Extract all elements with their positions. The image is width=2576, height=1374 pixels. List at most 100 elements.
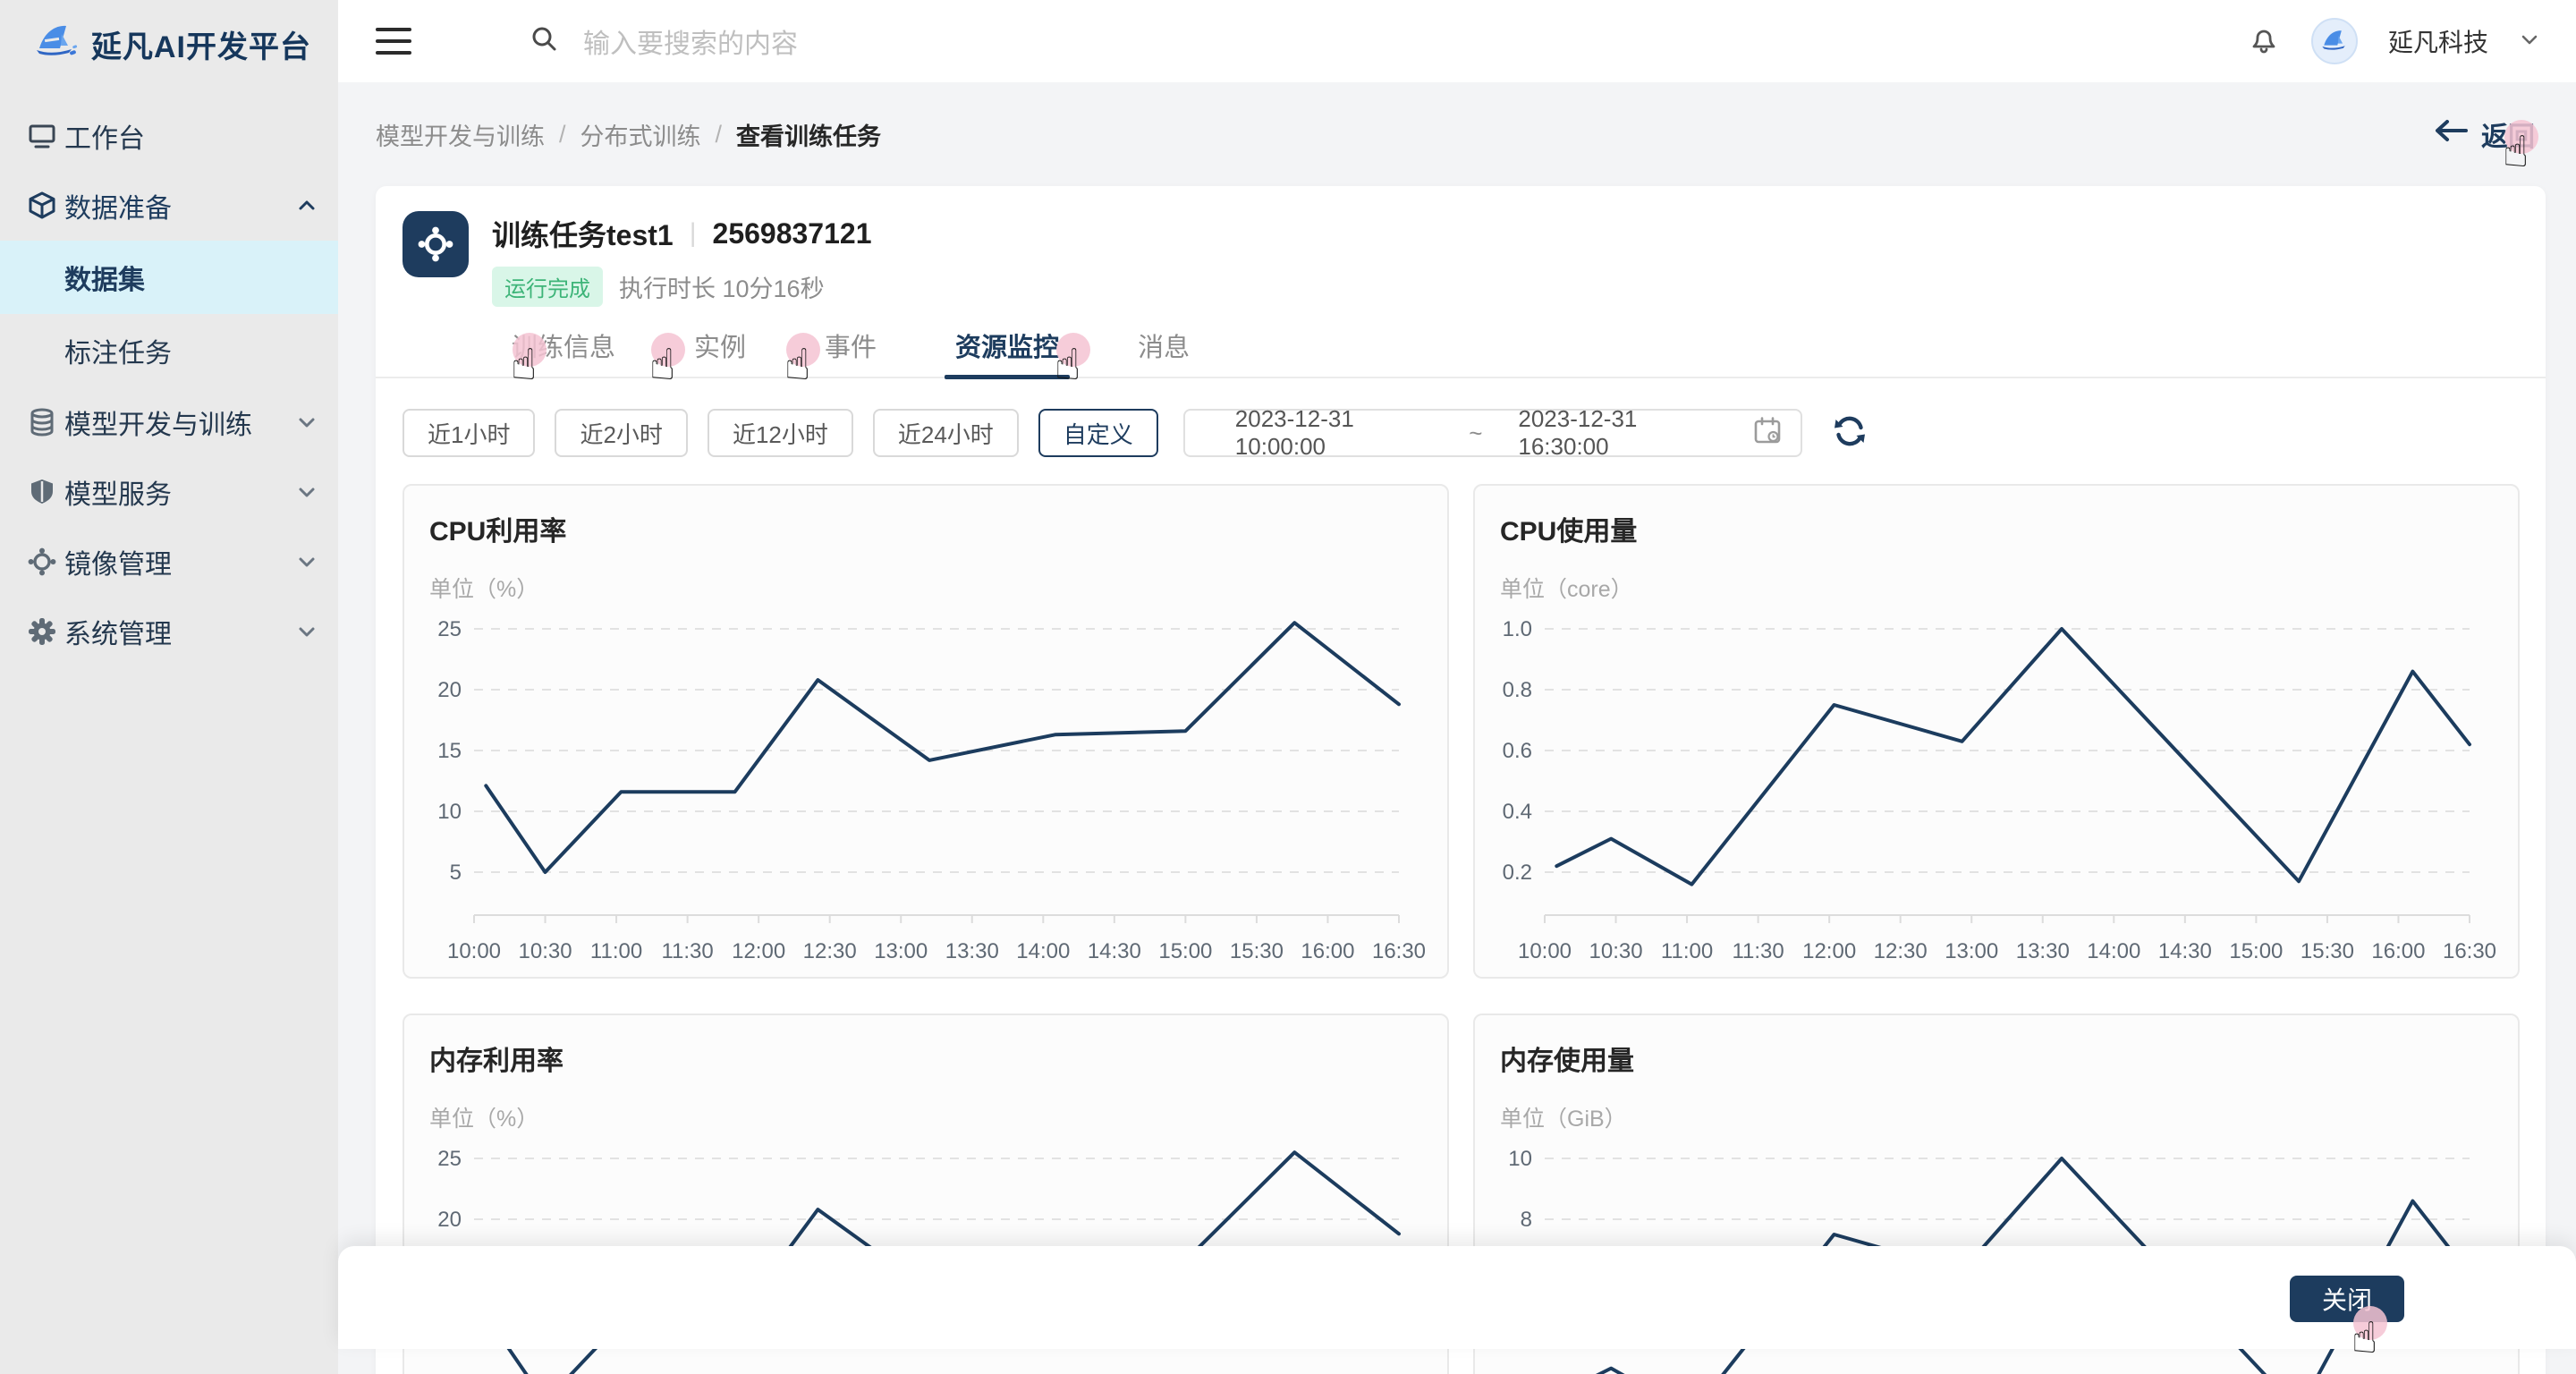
sidebar-item-system-mgmt[interactable]: 系统管理 [0,597,338,666]
range-2h-button[interactable]: 近2小时 [555,409,687,457]
svg-text:5: 5 [450,861,462,885]
chart-canvas: 1.00.80.60.40.210:0010:3011:0011:3012:00… [1500,613,2496,971]
svg-text:12:30: 12:30 [1874,939,1928,963]
svg-text:15:00: 15:00 [2229,939,2283,963]
svg-text:12:00: 12:00 [732,939,785,963]
svg-text:11:00: 11:00 [1661,939,1713,963]
svg-text:16:30: 16:30 [1372,939,1426,963]
svg-text:15: 15 [437,739,462,763]
svg-text:15:00: 15:00 [1158,939,1212,963]
back-label: 返回 [2481,114,2535,154]
svg-text:12:30: 12:30 [803,939,857,963]
tab-training-info[interactable]: 训练信息 [512,327,615,377]
svg-text:11:30: 11:30 [1732,939,1784,963]
chart-title: 内存使用量 [1500,1039,2493,1078]
menu-toggle-icon[interactable] [376,28,411,55]
sidebar-nav: 工作台 数据准备 数据集 标注任务 模型开 [0,101,338,666]
svg-text:16:30: 16:30 [2443,939,2496,963]
sidebar-item-dataset[interactable]: 数据集 [0,241,338,314]
range-custom-button[interactable]: 自定义 [1038,409,1158,457]
svg-text:13:00: 13:00 [874,939,928,963]
svg-text:12:00: 12:00 [1802,939,1856,963]
sidebar-item-annotation-task[interactable]: 标注任务 [0,314,338,387]
task-name: 训练任务test1 [492,213,674,254]
refresh-icon[interactable] [1831,412,1868,454]
sidebar-item-model-dev[interactable]: 模型开发与训练 [0,387,338,457]
sidebar-item-label: 模型开发与训练 [64,403,252,442]
chevron-down-icon [295,620,318,643]
sidebar-item-data-prep[interactable]: 数据准备 [0,171,338,241]
svg-text:14:30: 14:30 [1088,939,1141,963]
task-duration: 执行时长 10分16秒 [619,269,825,304]
svg-text:10: 10 [1508,1147,1532,1171]
sidebar-item-label: 工作台 [64,116,145,156]
svg-text:16:00: 16:00 [1301,939,1354,963]
compass-icon [27,547,57,577]
sidebar: 延凡AI开发平台 工作台 数据准备 数据集 [0,0,338,1374]
svg-text:13:30: 13:30 [2016,939,2070,963]
tab-resource-monitor[interactable]: 资源监控 [955,327,1059,377]
sidebar-item-model-service[interactable]: 模型服务 [0,457,338,527]
search-icon [528,23,560,60]
global-search[interactable]: 输入要搜索的内容 [528,21,2247,61]
notification-bell-icon[interactable] [2247,22,2281,61]
svg-text:0.8: 0.8 [1503,678,1532,702]
breadcrumb-bar: 模型开发与训练 / 分布式训练 / 查看训练任务 返回 [338,82,2576,186]
arrow-left-icon [2433,117,2469,151]
main-area: 输入要搜索的内容 延凡科技 模型开发与训练 / 分布式训练 / [338,0,2576,1374]
svg-text:10:30: 10:30 [1589,939,1643,963]
svg-text:10:00: 10:00 [447,939,501,963]
back-button[interactable]: 返回 [2433,114,2535,154]
chart-line-series [1556,629,2470,885]
sidebar-item-label: 标注任务 [64,331,172,370]
sidebar-item-label: 数据集 [64,258,145,297]
sidebar-item-image-mgmt[interactable]: 镜像管理 [0,527,338,597]
search-input[interactable]: 输入要搜索的内容 [583,21,798,61]
charts-grid: CPU利用率单位（%）25201510510:0010:3011:0011:30… [402,484,2519,1374]
svg-text:13:30: 13:30 [945,939,999,963]
status-badge: 运行完成 [492,267,603,307]
breadcrumb-separator: / [716,121,723,148]
tab-bar: 训练信息 实例 事件 资源监控 消息 [376,327,2546,378]
database-icon [27,407,57,437]
svg-text:1.0: 1.0 [1503,617,1532,641]
tab-events[interactable]: 事件 [825,327,877,377]
chart-unit-label: 单位（core） [1500,572,2493,604]
breadcrumb-item[interactable]: 模型开发与训练 [376,117,545,152]
close-button[interactable]: 关闭 [2290,1276,2404,1322]
svg-text:10:00: 10:00 [1518,939,1572,963]
svg-text:11:30: 11:30 [661,939,713,963]
svg-text:14:00: 14:00 [1016,939,1070,963]
svg-text:20: 20 [437,678,462,702]
chevron-down-icon [295,480,318,504]
app-logo: 延凡AI开发平台 [0,0,338,85]
svg-text:8: 8 [1521,1208,1532,1232]
svg-text:15:30: 15:30 [2301,939,2354,963]
range-1h-button[interactable]: 近1小时 [402,409,535,457]
svg-text:11:00: 11:00 [590,939,642,963]
date-end: 2023-12-31 16:30:00 [1518,405,1716,461]
range-24h-button[interactable]: 近24小时 [873,409,1019,457]
gear-icon [27,616,57,647]
range-12h-button[interactable]: 近12小时 [708,409,853,457]
top-header: 输入要搜索的内容 延凡科技 [338,0,2576,82]
sidebar-item-workbench[interactable]: 工作台 [0,101,338,171]
date-range-input[interactable]: 2023-12-31 10:00:00 ~ 2023-12-31 16:30:0… [1183,409,1802,457]
avatar[interactable] [2311,18,2358,64]
sidebar-item-label: 模型服务 [64,472,172,512]
sidebar-item-label: 数据准备 [64,186,172,225]
user-menu[interactable]: 延凡科技 [2388,23,2488,59]
chart-title: 内存利用率 [429,1039,1422,1078]
tab-messages[interactable]: 消息 [1138,327,1190,377]
chart-title: CPU使用量 [1500,509,2493,548]
tab-instances[interactable]: 实例 [694,327,746,377]
chart-unit-label: 单位（%） [429,1101,1422,1133]
breadcrumb-item[interactable]: 分布式训练 [580,117,701,152]
chevron-up-icon [295,194,318,217]
breadcrumb-separator: / [559,121,566,148]
svg-text:14:30: 14:30 [2158,939,2212,963]
chevron-down-icon [295,411,318,434]
chevron-down-icon[interactable] [2519,29,2540,55]
task-detail-card: 训练任务test1 | 2569837121 运行完成 执行时长 10分16秒 … [376,186,2546,1374]
calendar-icon [1752,415,1783,452]
